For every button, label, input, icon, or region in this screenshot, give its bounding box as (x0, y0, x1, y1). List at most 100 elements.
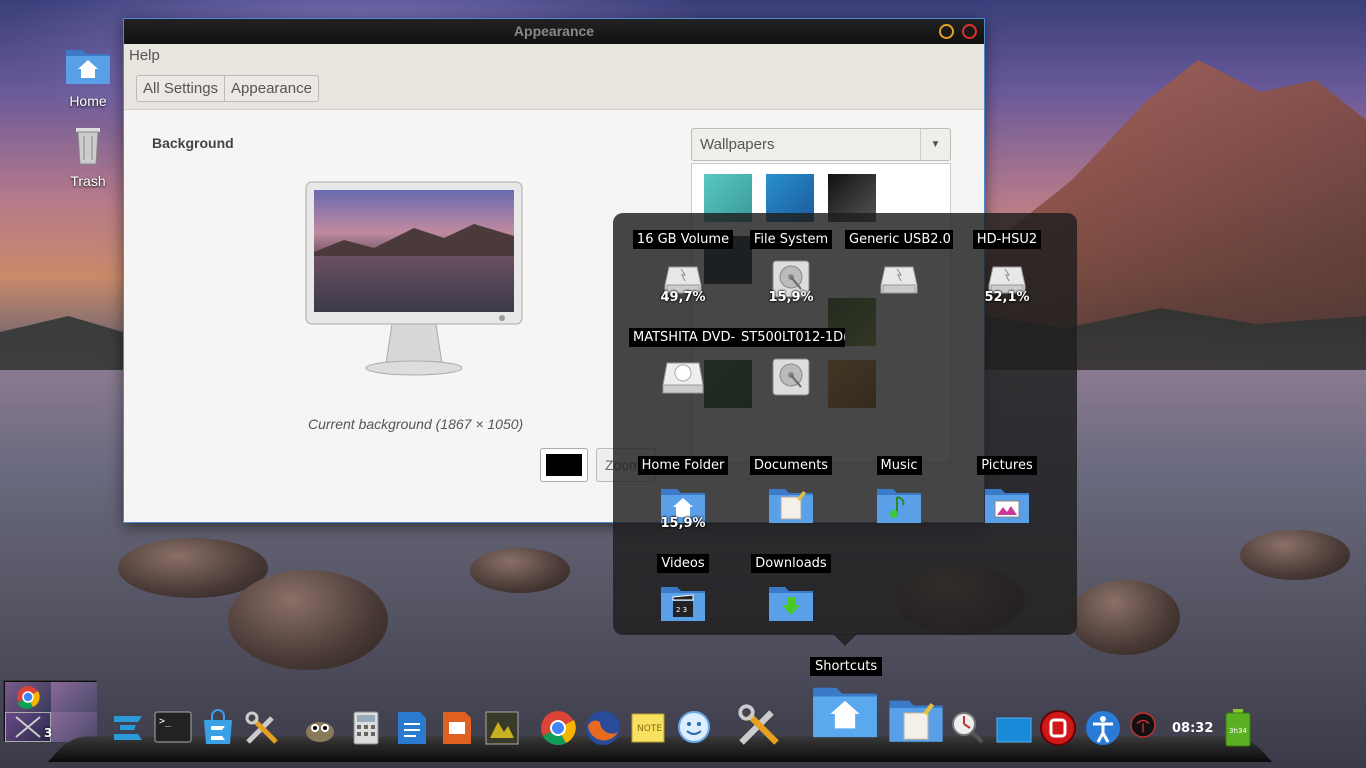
shortcut-label: Music (876, 456, 922, 475)
usb-drive-icon (875, 257, 923, 301)
shortcut-downloads[interactable]: Downloads (737, 554, 845, 625)
shortcut-16-gb-volume[interactable]: 16 GB Volume 49,7% (629, 230, 737, 305)
chrome-icon[interactable] (538, 708, 578, 748)
shortcut-videos[interactable]: Videos 2 3 (629, 554, 737, 625)
shortcut-label: HD-HSU2 (972, 230, 1042, 249)
battery-icon[interactable]: 3h34 (1224, 708, 1252, 748)
wallpaper-rock (470, 548, 570, 593)
color-swatch (546, 454, 582, 476)
window-titlebar[interactable]: Appearance (124, 19, 984, 44)
shortcut-st500lt012-1d[interactable]: ST500LT012-1D( (737, 328, 845, 399)
background-color-button[interactable] (540, 448, 588, 482)
desktop-icon[interactable] (994, 708, 1034, 748)
workspace-count: 3 (44, 726, 53, 740)
shortcuts-home-icon[interactable] (809, 682, 881, 740)
clock[interactable]: 08:32 (1172, 721, 1213, 736)
hard-disk-icon (767, 355, 815, 399)
chevron-down-icon: ▼ (920, 129, 950, 160)
popup-pointer (833, 634, 857, 646)
firefox-icon[interactable] (583, 708, 623, 748)
shortcut-label: 16 GB Volume (632, 230, 734, 249)
optical-drive-icon (659, 355, 707, 399)
desktop-icon-home[interactable]: Home (58, 42, 118, 109)
menubar: Help (124, 44, 984, 68)
background-section-label: Background (152, 135, 234, 151)
shortcut-matshita-dvd[interactable]: MATSHITA DVD- (629, 328, 737, 399)
desktop-icon-trash[interactable]: Trash (58, 122, 118, 189)
gimp-icon[interactable] (300, 708, 340, 748)
shortcut-label: Pictures (977, 456, 1037, 475)
usage-percent: 52,1% (984, 290, 1030, 305)
chrome-icon (17, 686, 40, 709)
shortcuts-tooltip: Shortcuts (810, 657, 883, 676)
usage-percent: 15,9% (768, 290, 814, 305)
shortcut-generic-usb2-0[interactable]: Generic USB2.0 (845, 230, 953, 301)
shortcut-hd-hsu2[interactable]: HD-HSU2 52,1% (953, 230, 1061, 305)
shortcut-label: Generic USB2.0 (845, 230, 953, 249)
shortcut-pictures[interactable]: Pictures (953, 456, 1061, 527)
image-viewer-icon[interactable] (482, 708, 522, 748)
desktop-icon-label: Home (69, 93, 107, 109)
shortcut-label: Videos (657, 554, 709, 573)
usage-percent: 49,7% (660, 290, 706, 305)
wallpaper-rock (1240, 530, 1350, 580)
shortcut-label: Downloads (751, 554, 831, 573)
pictures-folder-icon (983, 483, 1031, 527)
shortcut-documents[interactable]: Documents (737, 456, 845, 527)
wallpapers-dropdown[interactable]: Wallpapers ▼ (691, 128, 951, 161)
terminal-icon[interactable]: >_ (153, 708, 193, 748)
wallpapers-dropdown-label: Wallpapers (700, 136, 775, 153)
software-store-icon[interactable] (198, 708, 238, 748)
breadcrumb-all-settings[interactable]: All Settings (137, 76, 224, 101)
usb-drive-icon: 52,1% (983, 257, 1031, 305)
shortcut-label: Home Folder (637, 456, 729, 475)
writer-icon[interactable] (392, 708, 432, 748)
zorin-menu-icon[interactable] (108, 708, 148, 748)
shortcut-label: MATSHITA DVD- (629, 328, 737, 347)
close-button[interactable] (962, 24, 977, 39)
network-icon[interactable] (1128, 710, 1158, 740)
accessibility-icon[interactable] (1083, 708, 1123, 748)
breadcrumb-appearance[interactable]: Appearance (224, 76, 318, 101)
impress-icon[interactable] (437, 708, 477, 748)
shortcut-label: Documents (749, 456, 833, 475)
calculator-icon[interactable] (346, 708, 386, 748)
workspace-1[interactable] (5, 682, 51, 712)
sticky-notes-icon[interactable]: NOTE (628, 708, 668, 748)
disk-usage-icon[interactable] (948, 708, 988, 748)
breadcrumb: All Settings Appearance (136, 75, 319, 102)
window-title: Appearance (513, 23, 595, 39)
svg-text:2 3: 2 3 (676, 606, 687, 614)
home-folder-icon (66, 50, 110, 84)
settings-tools-icon[interactable] (734, 700, 784, 750)
wallpaper-rock (1070, 580, 1180, 655)
shortcut-home-folder[interactable]: Home Folder 15,9% (629, 456, 737, 531)
menu-help[interactable]: Help (129, 47, 160, 64)
minimize-button[interactable] (939, 24, 954, 39)
chat-icon[interactable] (674, 708, 714, 748)
current-background-caption: Current background (1867 × 1050) (308, 416, 524, 432)
settings-tools-icon[interactable] (242, 708, 282, 748)
home-folder-icon: 15,9% (659, 483, 707, 531)
workspace-2[interactable] (51, 682, 97, 712)
shortcut-label: File System (749, 230, 833, 249)
documents-folder-icon (767, 483, 815, 527)
toolbar: All Settings Appearance (124, 68, 984, 110)
battery-time: 3h34 (1229, 727, 1247, 735)
usb-drive-icon: 49,7% (659, 257, 707, 305)
hard-disk-icon: 15,9% (767, 257, 815, 305)
shortcut-label: ST500LT012-1D( (737, 328, 845, 347)
music-folder-icon (875, 483, 923, 527)
shortcut-file-system[interactable]: File System 15,9% (737, 230, 845, 305)
svg-text:NOTE: NOTE (637, 724, 662, 734)
videos-folder-icon: 2 3 (659, 581, 707, 625)
monitor-preview-icon (305, 181, 523, 376)
desktop-icon-label: Trash (70, 173, 106, 189)
power-icon[interactable] (1038, 708, 1078, 748)
shortcut-music[interactable]: Music (845, 456, 953, 527)
svg-text:>_: >_ (159, 716, 172, 727)
trash-icon (76, 128, 100, 165)
documents-folder-icon[interactable] (887, 694, 945, 746)
wallpaper-rock (228, 570, 388, 670)
downloads-folder-icon (767, 581, 815, 625)
